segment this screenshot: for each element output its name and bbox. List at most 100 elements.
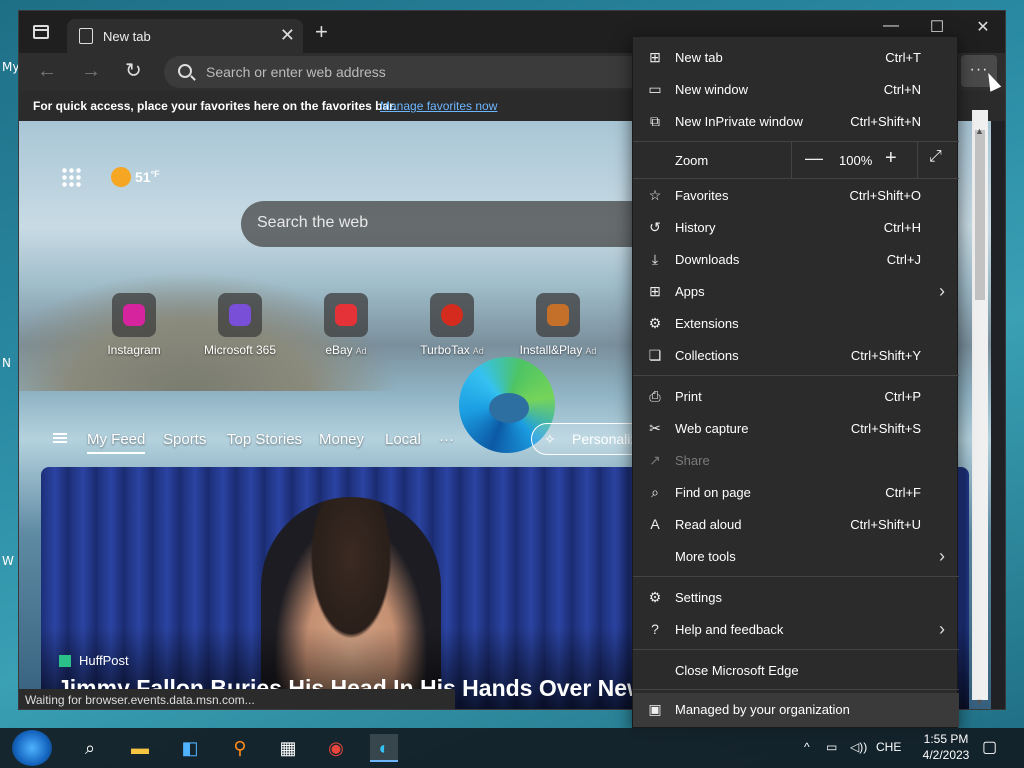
tab-top-stories[interactable]: Top Stories — [227, 431, 302, 448]
minimize-button[interactable]: — — [871, 17, 911, 35]
menu-item-managed-by-organization[interactable]: ▣ Managed by your organization — [633, 693, 959, 727]
menu-item-history[interactable]: ↺ History Ctrl+H — [633, 211, 959, 243]
tab-my-feed[interactable]: My Feed — [87, 431, 146, 454]
notifications-icon[interactable]: ▢ — [982, 737, 997, 757]
back-arrow-icon[interactable]: ← — [37, 60, 57, 82]
print-icon: ⎙ — [649, 388, 661, 404]
search-icon[interactable]: ⌕ — [76, 734, 104, 762]
start-button[interactable] — [12, 730, 52, 766]
menu-item-extensions[interactable]: ⚙ Extensions — [633, 307, 959, 339]
clock-date[interactable]: 4/2/2023 — [916, 748, 976, 762]
web-search-input[interactable]: Search the web — [241, 201, 641, 247]
menu-item-collections[interactable]: ❏ Collections Ctrl+Shift+Y — [633, 339, 959, 371]
menu-item-help-and-feedback[interactable]: ? Help and feedback › — [633, 613, 959, 645]
downloads-icon: ⤓ — [651, 251, 659, 267]
visual-studio-icon[interactable]: ◧ — [176, 734, 204, 762]
history-icon: ↺ — [649, 219, 661, 235]
desktop-icon-label: N — [2, 356, 11, 370]
article-publisher: HuffPost — [79, 653, 129, 668]
input-language[interactable]: CHE — [876, 740, 901, 754]
chevron-right-icon: › — [939, 281, 945, 301]
menu-item-web-capture[interactable]: ✂ Web capture Ctrl+Shift+S — [633, 412, 959, 444]
menu-item-find-on-page[interactable]: ⌕ Find on page Ctrl+F — [633, 476, 959, 508]
read-aloud-icon: A — [650, 516, 660, 532]
new-tab-icon: ⊞ — [649, 49, 661, 65]
sparkle-icon: ✧ — [544, 431, 556, 447]
edge-icon[interactable]: ◐ — [370, 734, 398, 762]
tab-sports[interactable]: Sports — [163, 431, 206, 448]
menu-item-more-tools[interactable]: More tools › — [633, 540, 959, 572]
menu-item-close-edge[interactable]: Close Microsoft Edge — [633, 654, 959, 686]
personalize-label: Personaliz — [572, 431, 638, 447]
manage-favorites-link[interactable]: Manage favorites now — [380, 99, 497, 113]
file-explorer-icon[interactable]: ▬ — [126, 734, 154, 762]
menu-item-settings[interactable]: ⚙ Settings — [633, 581, 959, 613]
inprivate-icon: ⧉ — [650, 113, 660, 129]
forward-arrow-icon[interactable]: → — [81, 60, 101, 82]
menu-item-new-tab[interactable]: ⊞ New tab Ctrl+T — [633, 41, 959, 73]
more-feeds-button[interactable]: ··· — [439, 431, 454, 448]
refresh-icon[interactable]: ↻ — [125, 60, 142, 82]
tab-money[interactable]: Money — [319, 431, 364, 448]
quicklink-microsoft-365[interactable]: Microsoft 365 — [185, 293, 295, 357]
scroll-down-icon[interactable]: ▼ — [975, 697, 984, 707]
chevron-right-icon: › — [939, 619, 945, 639]
weather-sun-icon[interactable] — [111, 167, 131, 187]
favorites-icon: ☆ — [648, 187, 662, 203]
weather-temperature[interactable]: 51°F — [135, 169, 160, 185]
tab-close-icon[interactable]: ✕ — [280, 25, 295, 45]
address-placeholder: Search or enter web address — [206, 64, 386, 80]
close-button[interactable]: ✕ — [963, 17, 1003, 37]
zoom-in-button[interactable]: + — [885, 147, 897, 170]
menu-item-zoom: Zoom — 100% + ⤢ — [633, 142, 959, 178]
chrome-icon[interactable]: ◉ — [322, 734, 350, 762]
scrollbar-thumb[interactable] — [975, 130, 985, 300]
search-app-icon[interactable]: ⚲ — [226, 734, 254, 762]
menu-item-share: ↗ Share — [633, 444, 959, 476]
app-launcher-icon[interactable] — [61, 167, 81, 187]
clock-time[interactable]: 1:55 PM — [916, 732, 976, 746]
menu-item-print[interactable]: ⎙ Print Ctrl+P — [633, 380, 959, 412]
web-capture-icon: ✂ — [649, 420, 661, 436]
favorites-bar-hint: For quick access, place your favorites h… — [33, 99, 397, 113]
menu-item-downloads[interactable]: ⤓ Downloads Ctrl+J — [633, 243, 959, 275]
tab-new-tab[interactable]: New tab ✕ — [67, 19, 303, 53]
tab-actions-icon[interactable] — [33, 25, 49, 39]
scroll-up-icon[interactable]: ▲ — [975, 126, 984, 136]
search-icon — [178, 64, 192, 78]
new-tab-button[interactable]: + — [315, 21, 328, 43]
new-window-icon: ▭ — [648, 81, 662, 97]
chevron-up-icon[interactable]: ^ — [804, 740, 810, 754]
menu-item-new-inprivate-window[interactable]: ⧉ New InPrivate window Ctrl+Shift+N — [633, 105, 959, 137]
address-input[interactable]: Search or enter web address — [164, 56, 644, 88]
page-icon — [79, 28, 93, 44]
extensions-icon: ⚙ — [648, 315, 662, 331]
maximize-button[interactable]: ☐ — [917, 17, 957, 37]
ebay-icon — [335, 304, 357, 326]
tab-local[interactable]: Local — [385, 431, 421, 448]
find-icon: ⌕ — [651, 484, 659, 500]
quicklink-install-play[interactable]: Install&Play Ad — [503, 293, 613, 357]
menu-item-apps[interactable]: ⊞ Apps › — [633, 275, 959, 307]
quicklink-ebay[interactable]: eBay Ad — [291, 293, 401, 357]
briefcase-icon: ▣ — [648, 701, 662, 717]
menu-icon[interactable] — [53, 433, 67, 443]
zoom-level: 100% — [839, 153, 873, 168]
menu-item-read-aloud[interactable]: A Read aloud Ctrl+Shift+U — [633, 508, 959, 540]
settings-and-more-menu: ⊞ New tab Ctrl+T ▭ New window Ctrl+N ⧉ N… — [632, 36, 959, 728]
menu-item-new-window[interactable]: ▭ New window Ctrl+N — [633, 73, 959, 105]
microsoft-365-icon — [229, 304, 251, 326]
zoom-out-button[interactable]: — — [805, 148, 823, 169]
quicklink-turbotax[interactable]: TurboTax Ad — [397, 293, 507, 357]
settings-icon: ⚙ — [648, 589, 662, 605]
store-icon[interactable]: ▦ — [274, 734, 302, 762]
quicklink-instagram[interactable]: Instagram — [79, 293, 189, 357]
volume-icon[interactable]: ◁)) — [850, 740, 867, 754]
menu-item-favorites[interactable]: ☆ Favorites Ctrl+Shift+O — [633, 179, 959, 211]
full-screen-icon[interactable]: ⤢ — [929, 148, 942, 166]
taskbar: ⌕ ▬ ◧ ⚲ ▦ ◉ ◐ ^ ▭ ◁)) CHE 1:55 PM 4/2/20… — [0, 728, 1024, 768]
huffpost-icon — [59, 655, 71, 667]
network-icon[interactable]: ▭ — [826, 740, 837, 754]
apps-icon: ⊞ — [649, 283, 661, 299]
chevron-right-icon: › — [939, 546, 945, 566]
